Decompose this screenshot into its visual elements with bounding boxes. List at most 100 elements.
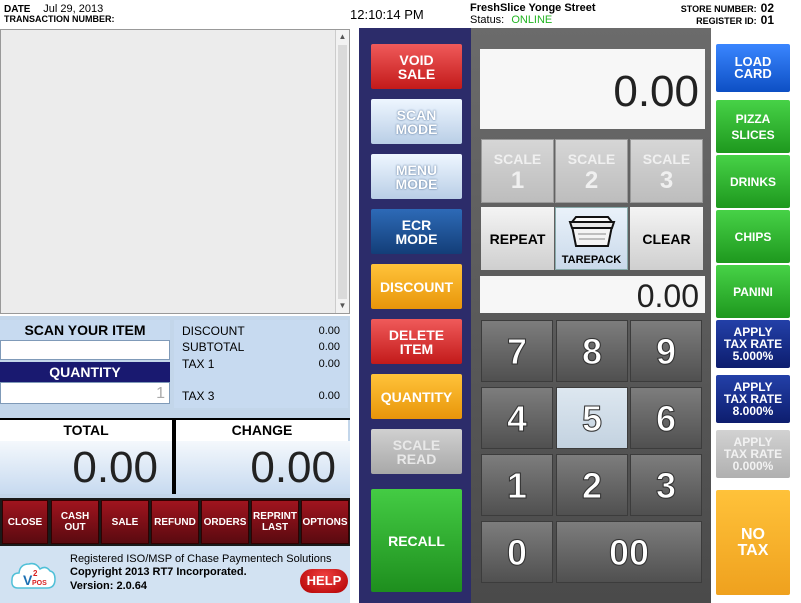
- options-button-label: OPTIONS: [302, 516, 348, 528]
- tax-b-value: 8.000%: [732, 404, 774, 418]
- tax3-label: TAX 3: [182, 389, 215, 403]
- register-id-label: REGISTER ID:: [696, 16, 757, 26]
- recall-button[interactable]: RECALL: [371, 489, 462, 592]
- scroll-thumb[interactable]: [338, 45, 347, 300]
- store-number-label: STORE NUMBER:: [680, 4, 757, 14]
- delete-label-2: ITEM: [399, 340, 434, 357]
- status-label: Status:: [470, 14, 505, 26]
- footer-version: Version: 2.0.64: [70, 580, 148, 592]
- tax-a-value: 5.000%: [732, 349, 774, 363]
- menu-mode-button[interactable]: MENU MODE: [371, 154, 462, 199]
- key-5[interactable]: 5: [556, 387, 628, 449]
- key-6[interactable]: 6: [630, 387, 702, 449]
- item-list-scrollbar[interactable]: ▲ ▼: [335, 30, 349, 313]
- item-list[interactable]: ▲ ▼: [0, 29, 350, 314]
- no-tax-button[interactable]: NO TAX: [716, 490, 790, 595]
- key-8[interactable]: 8: [556, 320, 628, 382]
- scale-3-button[interactable]: SCALE 3: [630, 139, 703, 203]
- scroll-down-arrow-icon[interactable]: ▼: [336, 299, 349, 313]
- scale-2-label: SCALE: [567, 151, 616, 167]
- tax-rate-8-button[interactable]: APPLY TAX RATE 8.000%: [716, 375, 790, 423]
- load-card-button[interactable]: LOAD CARD: [716, 44, 790, 92]
- tax-rate-5-button[interactable]: APPLY TAX RATE 5.000%: [716, 320, 790, 368]
- no-tax-label-2: TAX: [737, 541, 769, 559]
- pizza-slices-button[interactable]: PIZZA SLICES: [716, 100, 790, 153]
- scan-item-label: SCAN YOUR ITEM: [0, 320, 170, 340]
- summary-panel: DISCOUNT 0.00 SUBTOTAL 0.00 TAX 1 0.00 T…: [174, 320, 348, 408]
- ecr-mode-label-2: MODE: [395, 230, 438, 247]
- no-tax-label-1: NO: [741, 525, 765, 543]
- total-label: TOTAL: [0, 420, 172, 441]
- scan-item-input[interactable]: [0, 340, 170, 360]
- subtotal-label: SUBTOTAL: [182, 340, 245, 354]
- tax1-label: TAX 1: [182, 357, 215, 371]
- quantity-button[interactable]: QUANTITY: [371, 374, 462, 419]
- void-sale-button[interactable]: VOID SALE: [371, 44, 462, 89]
- cash-out-label-1: CASH: [60, 511, 90, 522]
- scale-3-number: 3: [659, 167, 674, 194]
- reprint-label-2: LAST: [261, 522, 289, 533]
- key-1[interactable]: 1: [481, 454, 553, 516]
- discount-button[interactable]: DISCOUNT: [371, 264, 462, 309]
- close-button[interactable]: CLOSE: [2, 500, 48, 544]
- sale-button[interactable]: SALE: [101, 500, 149, 544]
- scale-1-button[interactable]: SCALE 1: [481, 139, 554, 203]
- tarepack-button[interactable]: TAREPACK: [555, 207, 628, 270]
- transaction-number-label: TRANSACTION NUMBER:: [4, 14, 115, 24]
- delete-item-button[interactable]: DELETE ITEM: [371, 319, 462, 364]
- logo-sup: 2: [33, 569, 38, 578]
- status-value: ONLINE: [511, 14, 553, 26]
- mode-column: VOID SALE SCAN MODE MENU MODE ECR MODE DISCO…: [359, 28, 471, 603]
- help-button[interactable]: HELP: [300, 569, 348, 593]
- reprint-last-button[interactable]: REPRINT LAST: [251, 500, 299, 544]
- ecr-mode-button[interactable]: ECR MODE: [371, 209, 462, 254]
- key-4[interactable]: 4: [481, 387, 553, 449]
- reprint-label-1: REPRINT: [253, 511, 297, 522]
- clear-button[interactable]: CLEAR: [630, 207, 703, 270]
- takeout-container-icon: [568, 216, 616, 247]
- clock-time: 12:10:14 PM: [350, 7, 424, 22]
- cash-out-button[interactable]: CASH OUT: [51, 500, 99, 544]
- scale-1-number: 1: [510, 167, 525, 194]
- discount-label: DISCOUNT: [182, 324, 245, 338]
- repeat-button[interactable]: REPEAT: [481, 207, 554, 270]
- key-3[interactable]: 3: [630, 454, 702, 516]
- scale-read-button[interactable]: SCALE READ: [371, 429, 462, 474]
- chips-button[interactable]: CHIPS: [716, 210, 790, 263]
- void-label-2: SALE: [397, 65, 436, 82]
- key-9[interactable]: 9: [630, 320, 702, 382]
- entry-display: 0.00: [480, 276, 705, 314]
- footer: V 2 POS Registered ISO/MSP of Chase Paym…: [0, 546, 350, 603]
- tax1-amount: 0.00: [318, 358, 340, 370]
- drinks-button[interactable]: DRINKS: [716, 155, 790, 208]
- pos-window: DATE Jul 29, 2013 TRANSACTION NUMBER: 12…: [0, 0, 801, 603]
- main-amount-display: 0.00: [480, 49, 705, 129]
- panini-button[interactable]: PANINI: [716, 265, 790, 318]
- orders-button[interactable]: ORDERS: [201, 500, 249, 544]
- discount-amount: 0.00: [318, 325, 340, 337]
- key-00[interactable]: 00: [556, 521, 702, 583]
- refund-button[interactable]: REFUND: [151, 500, 199, 544]
- options-button[interactable]: OPTIONS: [301, 500, 349, 544]
- v2pos-logo-icon: V 2 POS: [11, 562, 56, 589]
- scale-read-label-2: READ: [396, 450, 437, 467]
- scan-mode-button[interactable]: SCAN MODE: [371, 99, 462, 144]
- scroll-up-arrow-icon[interactable]: ▲: [336, 30, 349, 44]
- total-amount: 0.00: [0, 441, 172, 494]
- key-2[interactable]: 2: [556, 454, 628, 516]
- scale-3-label: SCALE: [642, 151, 691, 167]
- scale-1-label: SCALE: [493, 151, 542, 167]
- scale-2-button[interactable]: SCALE 2: [555, 139, 628, 203]
- load-card-label-2: CARD: [734, 66, 772, 81]
- tax-rate-0-button[interactable]: APPLY TAX RATE 0.000%: [716, 430, 790, 478]
- function-button-row: CLOSE CASH OUT SALE REFUND ORDERS REPRINT…: [0, 498, 350, 546]
- key-0[interactable]: 0: [481, 521, 553, 583]
- refund-button-label: REFUND: [154, 516, 196, 528]
- footer-copyright: Copyright 2013 RT7 Incorporated.: [70, 566, 247, 578]
- tax-c-value: 0.000%: [732, 459, 774, 473]
- menu-mode-label-2: MODE: [395, 175, 438, 192]
- quantity-input[interactable]: 1: [0, 382, 170, 404]
- connection-status: Status: ONLINE: [470, 14, 552, 26]
- pizza-label-1: PIZZA: [735, 111, 771, 126]
- key-7[interactable]: 7: [481, 320, 553, 382]
